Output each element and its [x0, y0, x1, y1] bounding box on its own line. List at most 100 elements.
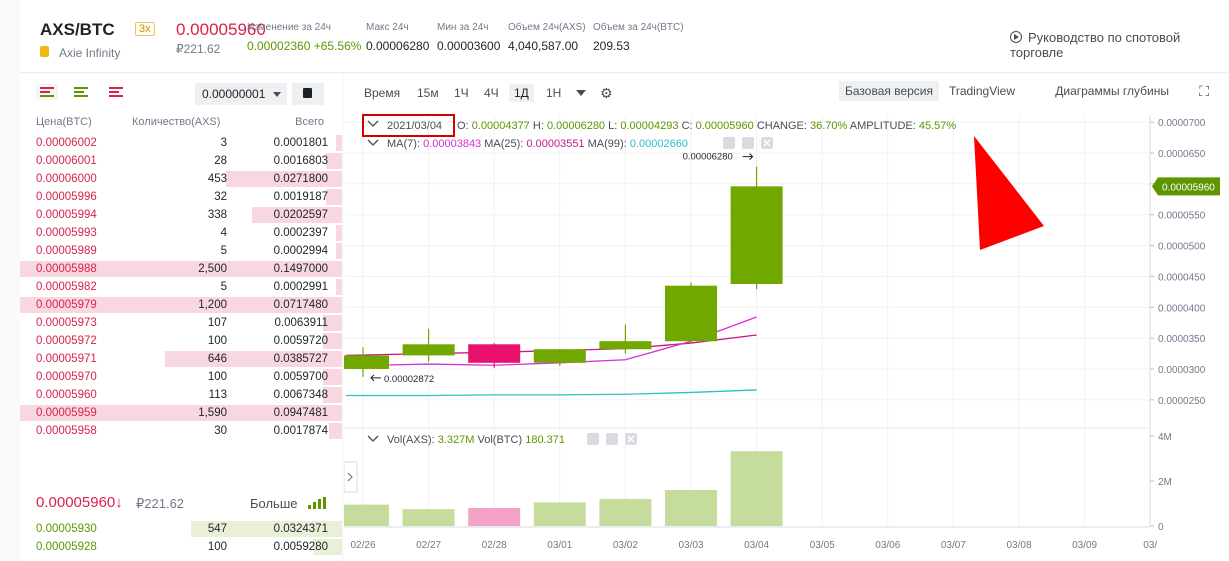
ask-qty: 1,200	[198, 299, 227, 311]
signal-icon	[308, 497, 328, 509]
x-tick-label: 03/05	[810, 540, 835, 551]
ask-total: 0.0019187	[273, 191, 328, 203]
ask-price: 0.00005958	[36, 425, 97, 437]
ask-total: 0.0002991	[273, 281, 328, 293]
coin-name-link[interactable]: Axie Infinity	[59, 46, 120, 60]
leverage-badge[interactable]: 3x	[135, 22, 155, 36]
ask-price: 0.00005973	[36, 317, 97, 329]
legend-date: 2021/03/04	[387, 120, 442, 132]
candlestick-chart[interactable]: 02/26 02/27 02/28 03/01 03/02 03/03 03/04 03/05…	[344, 74, 1229, 561]
y-tick-label: 0.0000500	[1158, 242, 1206, 253]
ask-row[interactable]: 0.00005979 1,200 0.0717480	[20, 296, 342, 314]
ask-row[interactable]: 0.00006001 28 0.0016803	[20, 152, 342, 170]
spot-guide-label: Руководство по спотовой торговле	[1010, 30, 1181, 60]
ask-qty: 107	[207, 317, 227, 329]
volume-bar	[599, 499, 652, 526]
x-tick-label: 02/27	[416, 540, 441, 551]
low-marker-arrow-icon	[370, 374, 381, 382]
ask-row[interactable]: 0.00005993 4 0.0002397	[20, 224, 342, 242]
ask-total: 0.0002397	[273, 227, 328, 239]
stat-vol-btc-value: 209.53	[593, 39, 630, 53]
ma-collapse-chevron-icon	[367, 139, 379, 146]
col-total: Всего	[295, 116, 324, 128]
ask-total: 0.0002994	[273, 245, 328, 257]
orderbook-asks-icon[interactable]	[105, 84, 127, 100]
ask-qty: 1,590	[198, 407, 227, 419]
orderbook-view-toggles	[36, 84, 135, 105]
x-tick-label: 03/01	[547, 540, 572, 551]
ask-depth-bar	[326, 189, 342, 205]
calculator-button[interactable]	[292, 83, 324, 105]
ask-row[interactable]: 0.00005960 113 0.0067348	[20, 386, 342, 404]
ask-row[interactable]: 0.00006000 453 0.0271800	[20, 170, 342, 188]
low-marker-label: 0.00002872	[384, 374, 434, 385]
candle-body	[468, 344, 521, 363]
spot-guide-link[interactable]: Руководство по спотовой торговле	[1010, 30, 1229, 60]
bid-qty: 547	[207, 523, 227, 535]
ask-price: 0.00005993	[36, 227, 97, 239]
stat-vol-axs-label: Объем 24ч(AXS)	[508, 22, 586, 33]
ask-depth-bar	[329, 423, 342, 439]
y-tick-label: 0.0000400	[1158, 303, 1206, 314]
stat-high-value: 0.00006280	[366, 39, 430, 53]
bid-price: 0.00005928	[36, 541, 97, 553]
stat-vol-axs-value: 4,040,587.00	[508, 39, 579, 53]
y-tick-label: 0.0000650	[1158, 149, 1206, 160]
legend-volume: Vol(AXS): 3.327M Vol(BTC) 180.371	[387, 434, 565, 446]
y-tick-label: 0.0000700	[1158, 118, 1206, 129]
vol-collapse-chevron-icon	[367, 435, 379, 442]
ask-row[interactable]: 0.00005972 100 0.0059720	[20, 332, 342, 350]
y-tick-label: 0.0000350	[1158, 334, 1206, 345]
orderbook-both-icon[interactable]	[36, 84, 58, 100]
orderbook-bids-icon[interactable]	[70, 84, 92, 100]
ask-qty: 646	[207, 353, 227, 365]
more-link[interactable]: Больше	[250, 496, 298, 511]
ask-depth-bar	[336, 135, 342, 151]
ask-qty: 5	[220, 281, 227, 293]
ask-qty: 2,500	[198, 263, 227, 275]
ask-row[interactable]: 0.00005970 100 0.0059700	[20, 368, 342, 386]
ask-row[interactable]: 0.00005994 338 0.0202597	[20, 206, 342, 224]
high-marker-arrow-icon	[742, 153, 754, 160]
ask-depth-bar	[336, 243, 342, 259]
ask-total: 0.0001801	[273, 137, 328, 149]
ask-qty: 5	[220, 245, 227, 257]
stat-low-label: Мин за 24ч	[437, 22, 489, 33]
col-qty: Количество(AXS)	[132, 116, 221, 128]
chart-panel: Время 15м 1Ч 4Ч 1Д 1Н ⚙ Базовая версия T…	[344, 74, 1229, 561]
volume-bar	[665, 490, 717, 526]
ask-row[interactable]: 0.00005989 5 0.0002994	[20, 242, 342, 260]
candle-body	[599, 341, 652, 350]
play-circle-icon	[1010, 31, 1022, 43]
ask-row[interactable]: 0.00005959 1,590 0.0947481	[20, 404, 342, 422]
stat-vol-btc-label: Объем за 24ч(BTC)	[593, 22, 684, 33]
stat-vol-btc: Объем за 24ч(BTC) 209.53	[593, 22, 684, 53]
ask-price: 0.00006001	[36, 155, 97, 167]
volume-bar	[468, 508, 521, 526]
ask-qty: 100	[207, 371, 227, 383]
ask-row[interactable]: 0.00005973 107 0.0063911	[20, 314, 342, 332]
ask-total: 0.0271800	[273, 173, 328, 185]
ask-total: 0.0059700	[273, 371, 328, 383]
candle-body	[344, 355, 389, 369]
bid-row[interactable]: 0.00005930 547 0.0324371	[20, 520, 342, 538]
precision-select[interactable]: 0.00000001	[195, 83, 287, 105]
ask-row[interactable]: 0.00005996 32 0.0019187	[20, 188, 342, 206]
bid-total: 0.0059280	[273, 541, 328, 553]
stat-high-label: Макс 24ч	[366, 22, 409, 33]
ask-row[interactable]: 0.00005988 2,500 0.1497000	[20, 260, 342, 278]
bid-row[interactable]: 0.00005928 100 0.0059280	[20, 538, 342, 556]
ma-legend-controls	[723, 137, 773, 149]
ask-row[interactable]: 0.00005958 30 0.0017874	[20, 422, 342, 440]
panel-collapse-handle	[344, 461, 358, 493]
pair-title[interactable]: AXS/BTC	[40, 20, 115, 40]
ask-row[interactable]: 0.00005982 5 0.0002991	[20, 278, 342, 296]
legend-ohlc: O: 0.00004377 H: 0.00006280 L: 0.0000429…	[457, 120, 956, 132]
ask-row[interactable]: 0.00005971 646 0.0385727	[20, 350, 342, 368]
ask-price: 0.00005979	[36, 299, 97, 311]
ask-price: 0.00005988	[36, 263, 97, 275]
stat-low: Мин за 24ч 0.00003600	[437, 22, 500, 53]
ask-row[interactable]: 0.00006002 3 0.0001801	[20, 134, 342, 152]
ask-total: 0.0202597	[273, 209, 328, 221]
ask-total: 0.0717480	[273, 299, 328, 311]
